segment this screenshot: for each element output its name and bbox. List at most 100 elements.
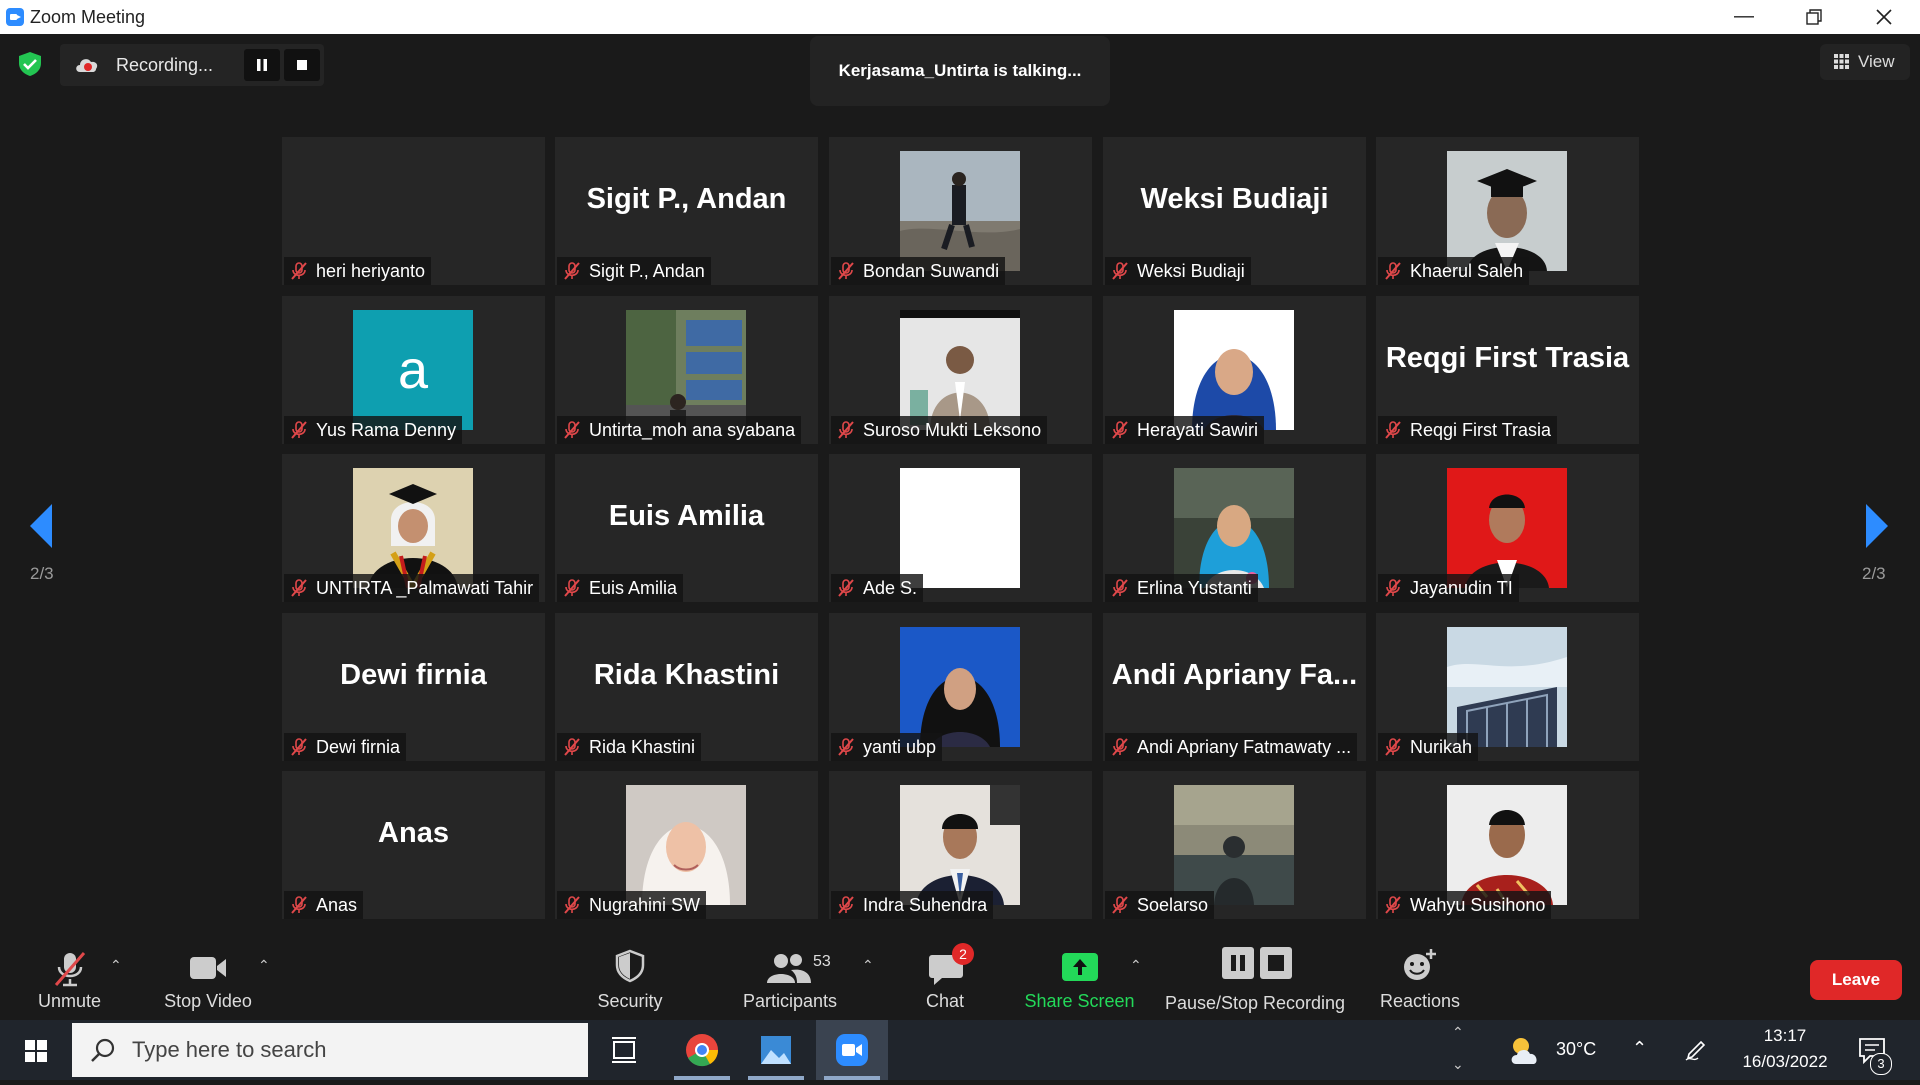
participant-tile[interactable]: Jayanudin TI: [1376, 454, 1639, 602]
participant-name-text: Dewi firnia: [316, 737, 401, 757]
participant-tile[interactable]: Nurikah: [1376, 613, 1639, 761]
participant-profile-picture: [1174, 468, 1294, 588]
scroll-down-chevron-icon[interactable]: ⌄: [1452, 1056, 1468, 1073]
participant-profile-picture: [900, 468, 1020, 588]
clock-date[interactable]: 16/03/2022: [1732, 1052, 1838, 1072]
reactions-smiley-icon: [1404, 949, 1436, 980]
taskbar-search-box[interactable]: Type here to search: [72, 1023, 588, 1077]
participant-name-label: Wahyu Susihono: [1378, 891, 1552, 919]
microphone-muted-icon: [1385, 421, 1401, 439]
microphone-muted-icon: [838, 262, 854, 280]
participant-name-label: Weksi Budiaji: [1105, 257, 1251, 285]
participant-name-label: Reqgi First Trasia: [1378, 416, 1558, 444]
participant-name-label: heri heriyanto: [284, 257, 432, 285]
next-page-arrow-icon[interactable]: [1866, 504, 1888, 548]
participant-tile[interactable]: Ade S.: [829, 454, 1092, 602]
encryption-shield-icon[interactable]: [16, 50, 44, 78]
participant-name-label: Khaerul Saleh: [1378, 257, 1530, 285]
chrome-app-icon[interactable]: [666, 1020, 738, 1080]
restore-icon: [1806, 9, 1822, 25]
participant-name-text: Andi Apriany Fatmawaty ...: [1137, 737, 1352, 757]
participant-tile[interactable]: Untirta_moh ana syabana: [555, 296, 818, 444]
participant-tile[interactable]: Sigit P., Andan Sigit P., Andan: [555, 137, 818, 285]
pen-tray-icon[interactable]: [1684, 1038, 1708, 1062]
leave-button[interactable]: Leave: [1810, 960, 1902, 1000]
participants-options-chevron-up-icon[interactable]: ⌃: [862, 957, 874, 974]
participant-tile[interactable]: heri heriyanto: [282, 137, 545, 285]
participant-tile[interactable]: a Yus Rama Denny: [282, 296, 545, 444]
participant-name-text: Reqgi First Trasia: [1410, 420, 1552, 440]
reactions-label: Reactions: [1379, 991, 1461, 1011]
microphone-muted-icon: [1112, 738, 1128, 756]
scroll-up-chevron-icon[interactable]: ⌃: [1452, 1024, 1468, 1041]
microphone-muted-icon: [291, 579, 307, 597]
participant-name-label: Sigit P., Andan: [557, 257, 711, 285]
task-view-icon[interactable]: [588, 1020, 660, 1080]
restore-button[interactable]: [1780, 0, 1848, 34]
stop-video-label: Stop Video: [164, 991, 252, 1011]
previous-page-arrow-icon[interactable]: [30, 504, 52, 548]
pause-recording-button[interactable]: [244, 49, 280, 81]
microphone-muted-icon: [838, 896, 854, 914]
participant-tile[interactable]: Soelarso: [1103, 771, 1366, 919]
zoom-app-taskbar-button[interactable]: [816, 1020, 888, 1080]
participant-tile[interactable]: Anas Anas: [282, 771, 545, 919]
participant-profile-picture: [626, 310, 746, 430]
participant-tile[interactable]: Suroso Mukti Leksono: [829, 296, 1092, 444]
participant-name-text: Bondan Suwandi: [863, 261, 1000, 281]
participant-profile-picture: [626, 785, 746, 905]
participant-profile-picture: [900, 151, 1020, 271]
participant-name-label: Bondan Suwandi: [831, 257, 1006, 285]
participant-tile[interactable]: Herayati Sawiri: [1103, 296, 1366, 444]
windows-start-icon[interactable]: [0, 1020, 72, 1080]
tray-overflow-chevron-up-icon[interactable]: ⌃: [1632, 1038, 1647, 1059]
participant-tile[interactable]: Reqgi First Trasia Reqgi First Trasia: [1376, 296, 1639, 444]
unmute-label: Unmute: [37, 991, 102, 1011]
pause-stop-recording-label: Pause/Stop Recording: [1164, 993, 1346, 1013]
participant-name-text: Euis Amilia: [589, 578, 678, 598]
audio-options-chevron-up-icon[interactable]: ⌃: [110, 957, 122, 974]
stop-recording-button[interactable]: [284, 49, 320, 81]
participant-tile[interactable]: Bondan Suwandi: [829, 137, 1092, 285]
microphone-muted-icon: [1385, 896, 1401, 914]
minimize-button[interactable]: —: [1710, 0, 1778, 34]
participant-name-label: Nurikah: [1378, 733, 1479, 761]
participant-tile[interactable]: Indra Suhendra: [829, 771, 1092, 919]
participant-name-display: Sigit P., Andan: [586, 183, 787, 215]
meeting-toolbar: Unmute ⌃ Stop Video ⌃ Security 53 Partic…: [0, 935, 1920, 1020]
participant-tile[interactable]: Nugrahini SW: [555, 771, 818, 919]
participant-tile[interactable]: Erlina Yustanti: [1103, 454, 1366, 602]
view-button[interactable]: View: [1820, 44, 1910, 80]
microphone-muted-icon: [1112, 262, 1128, 280]
participant-tile[interactable]: yanti ubp: [829, 613, 1092, 761]
weather-partly-cloudy-icon[interactable]: [1508, 1034, 1542, 1066]
cloud-recording-icon: [76, 59, 98, 72]
clock-time[interactable]: 13:17: [1740, 1026, 1830, 1046]
microphone-muted-icon: [1385, 579, 1401, 597]
participant-tile[interactable]: Andi Apriany Fa... Andi Apriany Fatmawaty…: [1103, 613, 1366, 761]
participant-tile[interactable]: Euis Amilia Euis Amilia: [555, 454, 818, 602]
participant-name-text: Jayanudin TI: [1410, 578, 1513, 598]
zoom-logo-icon: [6, 8, 24, 26]
svg-text:a: a: [398, 340, 429, 400]
share-options-chevron-up-icon[interactable]: ⌃: [1130, 957, 1142, 974]
page-indicator-left: 2/3: [30, 564, 54, 583]
participant-name-text: Weksi Budiaji: [1137, 261, 1245, 281]
participant-profile-picture: [900, 785, 1020, 905]
photos-app-icon[interactable]: [740, 1020, 812, 1080]
participant-tile[interactable]: Weksi Budiaji Weksi Budiaji: [1103, 137, 1366, 285]
page-indicator-right: 2/3: [1862, 564, 1886, 583]
participant-name-label: Suroso Mukti Leksono: [831, 416, 1048, 444]
participant-tile[interactable]: Rida Khastini Rida Khastini: [555, 613, 818, 761]
zoom-app-icon: [824, 1034, 880, 1080]
participant-tile[interactable]: Khaerul Saleh: [1376, 137, 1639, 285]
participant-tile[interactable]: UNTIRTA _Palmawati Tahir: [282, 454, 545, 602]
video-options-chevron-up-icon[interactable]: ⌃: [258, 957, 270, 974]
participant-name-text: Sigit P., Andan: [589, 261, 705, 281]
close-button[interactable]: [1850, 0, 1918, 34]
participant-tile[interactable]: Dewi firnia Dewi firnia: [282, 613, 545, 761]
participant-profile-picture: [353, 468, 473, 595]
participant-tile[interactable]: Wahyu Susihono: [1376, 771, 1639, 919]
chat-unread-badge: 2: [952, 943, 974, 965]
participant-name-label: Euis Amilia: [557, 574, 684, 602]
